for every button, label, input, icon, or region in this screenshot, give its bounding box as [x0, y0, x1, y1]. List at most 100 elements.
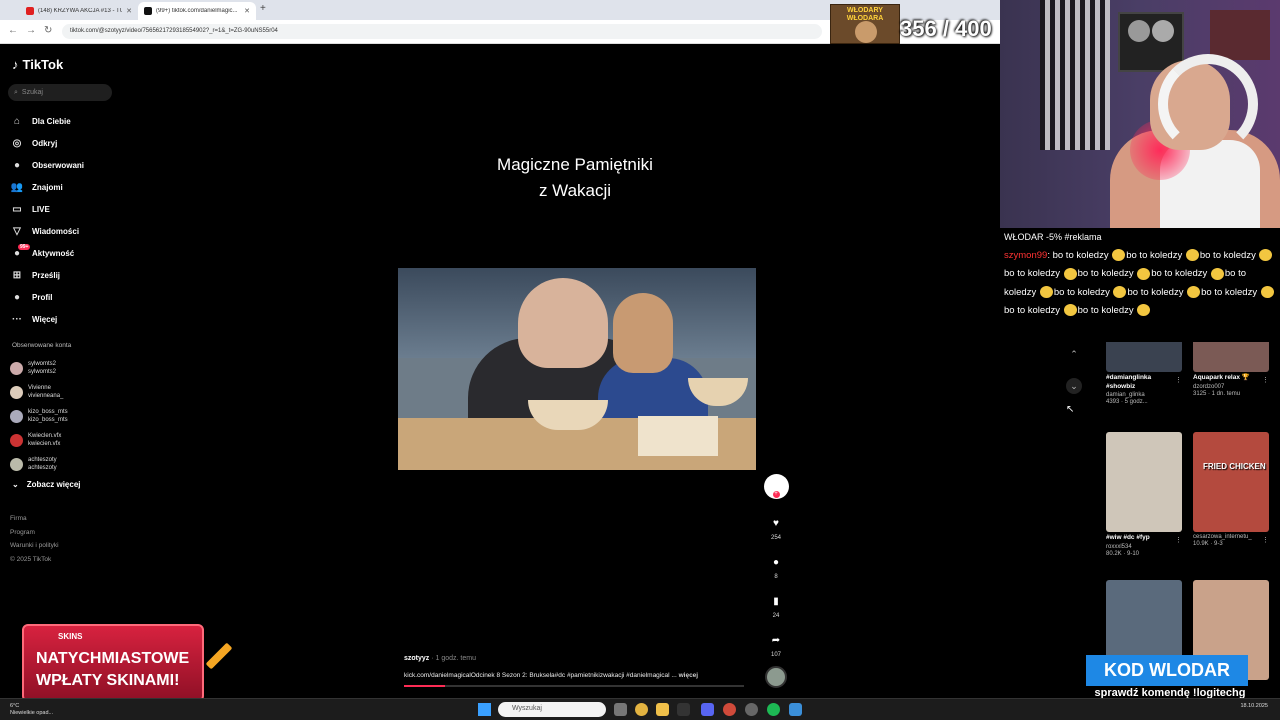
avatar [10, 409, 23, 423]
sidebar-item-aktywno-[interactable]: ● 99+ Aktywność [10, 242, 120, 264]
video-username[interactable]: roxxxl534 [1106, 544, 1182, 550]
account-names: achteszoty achteszoty [28, 456, 57, 472]
weather-desc: Niewielkie opad... [10, 709, 54, 716]
save-button[interactable]: ▮ 24 [760, 590, 792, 620]
followed-account[interactable]: Vivienne vivienneana_ [10, 380, 120, 404]
comment-count: 8 [774, 574, 778, 580]
browser-tab-youtube[interactable]: (148) KRZYWA AKCJA #13 - TU... ✕ [20, 2, 138, 20]
reload-icon[interactable]: ↻ [44, 25, 52, 36]
post-time: · 1 godz. temu [431, 655, 476, 662]
sidebar-item-wiadomo-ci[interactable]: ▽ Wiadomości [10, 220, 120, 242]
more-link[interactable]: więcej [679, 672, 699, 679]
video-person2-head [613, 293, 673, 373]
video-thumbnail[interactable] [1106, 432, 1182, 532]
author-avatar-button[interactable]: + [760, 474, 792, 499]
mouse-cursor-icon: ↖ [1066, 404, 1075, 415]
like-button[interactable]: ♥ 254 [760, 512, 792, 542]
chat-phrase: bo to koledzy [1127, 286, 1184, 298]
followed-account[interactable]: Kwieclen.vfx kwiecien.vfx [10, 428, 120, 452]
copyright: © 2025 TikTok [10, 555, 52, 563]
windows-start-icon[interactable] [478, 703, 491, 716]
discord-icon[interactable] [701, 703, 714, 716]
video-progress-bar[interactable] [404, 685, 744, 687]
sidebar-item-label: Obserwowani [32, 160, 85, 170]
emote-icon [1137, 304, 1151, 317]
sidebar-item-wi-cej[interactable]: ··· Więcej [10, 308, 120, 330]
search-input[interactable]: ⌕ Szukaj [8, 84, 112, 101]
more-options-icon[interactable]: ⋮ [1262, 376, 1269, 384]
weather-widget[interactable]: 6°C Niewielkie opad... [10, 703, 53, 716]
followed-account[interactable]: achteszoty achteszoty [10, 452, 120, 476]
video-stats: 10.9K · 9-3 [1193, 541, 1223, 547]
emote-icon [1112, 249, 1126, 262]
footer-link[interactable]: Firma [10, 512, 59, 526]
followed-account[interactable]: kizo_boss_mts kizo_boss_mts [10, 404, 120, 428]
music-disc-icon[interactable] [765, 666, 787, 688]
video-username[interactable]: cesarzowa_internetu_ [1193, 534, 1269, 540]
browser-tab-tiktok[interactable]: (99+) tiktok.com/danielmagic... ✕ [138, 2, 256, 20]
url-field[interactable]: tiktok.com/@szotyyz/video/75656217293185… [62, 24, 822, 39]
sidebar-item-label: Wiadomości [32, 226, 80, 236]
new-tab-button[interactable]: + [260, 3, 266, 14]
tiktok-logo[interactable]: ♪ TikTok [12, 57, 63, 72]
close-tab-icon[interactable]: ✕ [244, 7, 250, 15]
overlay-badge-face [855, 21, 877, 43]
obs-icon[interactable] [745, 703, 758, 716]
taskbar-search[interactable]: Wyszukaj [498, 702, 606, 717]
follow-plus-icon[interactable]: + [772, 491, 780, 498]
recommended-video[interactable]: #wiw #dc #fyp roxxxl534 80.2K · 9-10 ⋮ [1106, 432, 1182, 557]
sidebar-item-profil[interactable]: ● Profil [10, 286, 120, 308]
taskbar-clock[interactable]: 18.10.2025 [1240, 703, 1268, 710]
video-caption: #damianglinka #showbiz [1106, 374, 1152, 390]
forward-icon[interactable]: → [26, 25, 36, 36]
spotify-icon[interactable] [767, 703, 780, 716]
sidebar-item-prze-lij[interactable]: ⊞ Prześlij [10, 264, 120, 286]
video-username[interactable]: damian_glinka [1106, 392, 1182, 398]
author-name[interactable]: szotyyz [404, 655, 429, 662]
more-options-icon[interactable]: ⋮ [1175, 536, 1182, 544]
app-icon[interactable] [677, 703, 690, 716]
footer-link[interactable]: Warunki i polityki [10, 539, 59, 553]
more-icon: ··· [12, 313, 22, 325]
video-player[interactable] [398, 268, 756, 470]
app-icon[interactable] [789, 703, 802, 716]
video-username[interactable]: dzordzo007 [1193, 384, 1269, 390]
account-name: kizo_boss_mts [28, 409, 68, 415]
chat-message: szymon99: bo to koledzy bo to koledzy bo… [1004, 247, 1276, 320]
chrome-icon[interactable] [723, 703, 736, 716]
file-explorer-icon[interactable] [656, 703, 669, 716]
back-icon[interactable]: ← [8, 25, 18, 36]
sidebar-item-obserwowani[interactable]: ● Obserwowani [10, 154, 120, 176]
video-title-line: z Wakacji [538, 181, 612, 200]
video-thumbnail[interactable]: FRIED CHICKEN [1193, 432, 1269, 532]
see-more-button[interactable]: ⌄ Zobacz więcej [12, 480, 81, 489]
video-title-line: Magiczne Pamiętniki [497, 155, 653, 174]
more-options-icon[interactable]: ⋮ [1175, 376, 1182, 384]
close-tab-icon[interactable]: ✕ [126, 7, 132, 15]
emote-icon [1187, 286, 1201, 299]
more-options-icon[interactable]: ⋮ [1262, 536, 1269, 544]
share-button[interactable]: ➦ 107 [760, 629, 792, 659]
chat-phrase: bo to koledzy [1053, 286, 1110, 298]
video-author[interactable]: szotyyz · 1 godz. temu [404, 655, 476, 662]
chrome-icon[interactable] [635, 703, 648, 716]
friends-icon: 👥 [10, 181, 24, 193]
sidebar-item-dla-ciebie[interactable]: ⌂ Dla Ciebie [10, 110, 120, 132]
tab-title: (148) KRZYWA AKCJA #13 - TU... [38, 8, 123, 14]
task-view-icon[interactable] [614, 703, 627, 716]
footer-link[interactable]: Program [10, 526, 59, 540]
next-video-chevron-down-icon[interactable]: ⌄ [1066, 378, 1082, 394]
sidebar-item-odkryj[interactable]: ◎ Odkryj [10, 132, 120, 154]
promo-line: WPŁATY SKINAMI! [36, 672, 180, 689]
recommended-video[interactable]: FRIED CHICKEN cesarzowa_internetu_ 10.9K ·… [1193, 432, 1269, 547]
sidebar-item-label: Dla Ciebie [32, 116, 71, 126]
sidebar-item-label: Aktywność [32, 248, 75, 258]
prev-video-chevron-up-icon[interactable]: ⌃ [1066, 346, 1082, 362]
sidebar-item-znajomi[interactable]: 👥 Znajomi [10, 176, 120, 198]
account-names: sylwomts2 sylwomts2 [28, 360, 56, 376]
followed-account[interactable]: sylwomts2 sylwomts2 [10, 356, 120, 380]
chat-phrase: bo to koledzy [1077, 304, 1134, 316]
knife-icon [205, 642, 233, 670]
comment-button[interactable]: ● 8 [760, 551, 792, 581]
sidebar-item-live[interactable]: ▭ LIVE [10, 198, 120, 220]
